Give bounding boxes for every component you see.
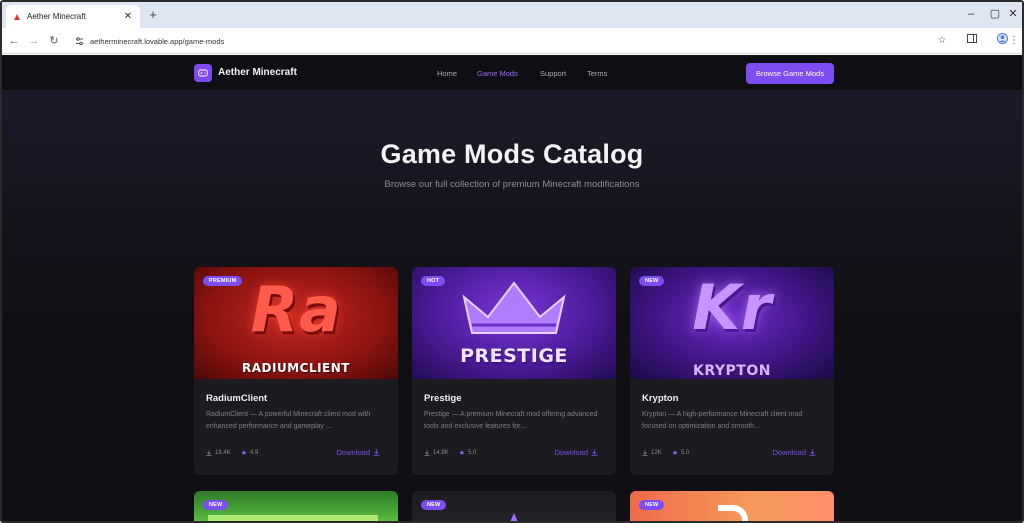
mod-card-radiumclient[interactable]: Ra RADIUMCLIENT PREMIUM RadiumClient Rad… — [194, 267, 398, 475]
mod-thumbnail: NEW — [412, 491, 616, 521]
bookmark-star-icon[interactable]: ☆ — [934, 33, 950, 49]
mod-card-partial[interactable]: NEW — [630, 491, 834, 521]
mod-card-krypton[interactable]: Kr KRYPTON NEW Krypton Krypton — A high-… — [630, 267, 834, 475]
download-count: 18.4K — [215, 450, 231, 456]
rating-value: 4.9 — [249, 450, 259, 456]
page-subtitle: Browse our full collection of premium Mi… — [384, 179, 640, 190]
browser-tab[interactable]: Aether Minecraft ✕ — [6, 5, 140, 28]
new-tab-button[interactable]: + — [146, 7, 160, 23]
mod-card-prestige[interactable]: PRESTIGE HOT Prestige Prestige — A premi… — [412, 267, 616, 475]
downloads-stat: 18.4K — [206, 450, 231, 456]
download-icon — [373, 449, 380, 456]
mod-name[interactable]: RadiumClient — [206, 393, 267, 404]
mod-art-shape — [510, 513, 518, 521]
download-count: 14.9K — [433, 450, 449, 456]
downloads-stat: 12K — [642, 450, 662, 456]
nav-terms[interactable]: Terms — [587, 69, 607, 78]
mod-card-partial[interactable]: NEW — [194, 491, 398, 521]
mod-badge: NEW — [639, 276, 665, 286]
nav-support[interactable]: Support — [540, 69, 566, 78]
rating-star-icon: ★ — [458, 450, 465, 457]
downloads-stat: 14.9K — [424, 450, 449, 456]
mod-badge: NEW — [203, 500, 229, 510]
browse-game-mods-button[interactable]: Browse Game Mods — [746, 63, 834, 84]
url-text: aetherminecraft.lovable.app/game-mods — [90, 36, 225, 46]
url-field[interactable]: aetherminecraft.lovable.app/game-mods — [72, 32, 922, 50]
download-count-icon — [424, 450, 430, 456]
mod-art-caption: RADIUMCLIENT — [242, 361, 350, 375]
download-count-icon — [642, 450, 648, 456]
mod-description: Prestige — A premium Minecraft mod offer… — [424, 411, 598, 430]
mod-art-caption: KRYPTON — [693, 363, 771, 379]
back-icon[interactable]: ← — [6, 33, 22, 49]
rating-value: 5.0 — [680, 450, 690, 456]
download-icon — [809, 449, 816, 456]
mod-card-partial[interactable]: NEW — [412, 491, 616, 521]
site-favicon-icon — [12, 12, 21, 21]
download-link[interactable]: Download — [773, 448, 816, 457]
mod-art-caption: PRESTIGE — [460, 345, 568, 367]
page-title: Game Mods Catalog — [380, 139, 644, 169]
download-label: Download — [554, 448, 588, 457]
mod-name[interactable]: Prestige — [424, 393, 462, 404]
mod-thumbnail: Ra RADIUMCLIENT PREMIUM — [194, 267, 398, 379]
window-close-button[interactable]: ✕ — [1006, 6, 1020, 22]
rating-star-icon: ★ — [671, 450, 678, 457]
download-label: Download — [772, 448, 806, 457]
nav-home[interactable]: Home — [437, 69, 457, 78]
download-count: 12K — [651, 450, 662, 456]
mod-thumbnail: PRESTIGE HOT — [412, 267, 616, 379]
download-count-icon — [206, 450, 212, 456]
forward-icon[interactable]: → — [26, 33, 42, 49]
web-page: Aether Minecraft Home Game Mods Support … — [2, 55, 1022, 521]
mod-thumbnail: Kr KRYPTON NEW — [630, 267, 834, 379]
mod-art-shape — [208, 515, 378, 521]
gamepad-logo-icon[interactable] — [194, 64, 212, 82]
maximize-button[interactable]: ▢ — [986, 6, 1004, 22]
mod-description: Krypton — A high-performance Minecraft c… — [642, 411, 803, 430]
rating-value: 5.0 — [467, 450, 477, 456]
download-label: Download — [336, 448, 370, 457]
tab-close-icon[interactable]: ✕ — [122, 11, 134, 22]
address-bar: ← → ↻ aetherminecraft.lovable.app/game-m… — [2, 28, 1022, 54]
browser-window: Aether Minecraft ✕ + – ▢ ✕ ← → ↻ aetherm… — [0, 0, 1024, 523]
mod-description: RadiumClient — A powerful Minecraft clie… — [206, 411, 371, 430]
tab-title: Aether Minecraft — [27, 12, 86, 21]
download-link[interactable]: Download — [337, 448, 380, 457]
mod-badge: NEW — [421, 500, 447, 510]
mod-thumbnail: NEW — [630, 491, 834, 521]
site-info-icon[interactable] — [72, 34, 86, 48]
mod-badge: NEW — [639, 500, 665, 510]
tab-bar: Aether Minecraft ✕ + – ▢ ✕ — [2, 2, 1022, 28]
rating-star-icon: ★ — [240, 450, 247, 457]
nav-game-mods[interactable]: Game Mods — [477, 69, 518, 78]
side-panel-icon[interactable] — [964, 33, 980, 49]
browser-menu-icon[interactable]: ⋮ — [1008, 33, 1020, 49]
mod-name[interactable]: Krypton — [642, 393, 678, 404]
mod-badge: HOT — [421, 276, 446, 286]
download-icon — [591, 449, 598, 456]
rating-stat: ★ 5.0 — [672, 449, 690, 457]
mod-stats: 14.9K ★ 5.0 — [424, 449, 476, 457]
mod-thumbnail: NEW — [194, 491, 398, 521]
brand-name[interactable]: Aether Minecraft — [218, 67, 297, 78]
rating-stat: ★ 5.0 — [459, 449, 477, 457]
mod-stats: 12K ★ 5.0 — [642, 449, 689, 457]
minimize-button[interactable]: – — [962, 6, 980, 22]
mod-art-shape — [718, 505, 748, 521]
reload-icon[interactable]: ↻ — [46, 33, 62, 49]
site-navbar: Aether Minecraft Home Game Mods Support … — [2, 55, 1022, 91]
crown-art-icon — [462, 281, 566, 334]
mod-badge: PREMIUM — [203, 276, 243, 286]
download-link[interactable]: Download — [555, 448, 598, 457]
mod-stats: 18.4K ★ 4.9 — [206, 449, 258, 457]
rating-stat: ★ 4.9 — [241, 449, 259, 457]
